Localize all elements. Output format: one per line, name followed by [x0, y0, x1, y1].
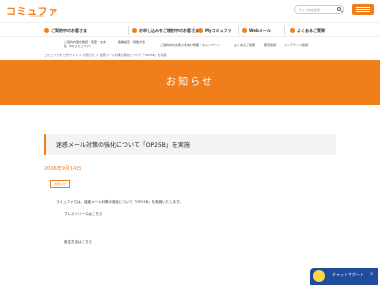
press-release-link[interactable]: プレスリリースはこちら	[64, 212, 102, 217]
article-title: 迷惑メール対策の強化について「OP25B」を実施	[56, 142, 190, 149]
nav-item-webmail[interactable]: Webメール	[242, 26, 271, 35]
article-header: 迷惑メール対策の強化について「OP25B」を実施	[44, 134, 336, 155]
subnav-item[interactable]: ご契約中のお客さま向け特典・キャンペーン	[160, 43, 220, 47]
setup-guide-link[interactable]: 設定方法はこちら	[64, 240, 92, 245]
chat-support-button[interactable]: チャットサポート ×	[310, 268, 378, 285]
category-badge: お知らせ	[50, 180, 70, 188]
orange-dot-icon	[44, 28, 49, 33]
orange-dot-icon	[242, 28, 247, 33]
chat-label: チャットサポート	[332, 272, 364, 277]
menu-icon[interactable]	[352, 4, 374, 15]
orange-dot-icon	[198, 28, 203, 33]
site-logo-sub: commufa	[30, 14, 45, 18]
breadcrumb[interactable]: コミュファ光 公式サイト ＞ お知らせ ＞ 迷惑メール対策の強化について「OP2…	[44, 53, 167, 57]
site-header: コミュファ commufa サイト内を検索	[0, 0, 380, 22]
orange-dot-icon	[132, 28, 137, 33]
main-nav: ご契約中のお客さま お申し込みをご検討中のお客さま Myコミュファ Webメール…	[0, 22, 380, 37]
article-date: 2006年9月14日	[44, 166, 82, 172]
subnav-item[interactable]: 障害情報	[264, 43, 276, 47]
close-icon[interactable]: ×	[370, 271, 373, 276]
sub-nav: ご契約内容の確認・変更・お支払（Myコミュファ） 各種設定・施策方法 ご契約中の…	[0, 38, 380, 52]
subnav-item[interactable]: よくあるご質問	[234, 43, 255, 47]
nav-item-prospects[interactable]: お申し込みをご検討中のお客さま	[132, 26, 199, 35]
subnav-item[interactable]: ご契約内容の確認・変更・お支払（Myコミュファ）	[64, 40, 108, 48]
page-title: お知らせ	[166, 77, 214, 88]
orange-dot-icon	[290, 28, 295, 33]
nav-item-faq[interactable]: よくあるご質問	[290, 26, 325, 35]
search-icon[interactable]	[337, 7, 341, 11]
subnav-item[interactable]: メンテナンス情報	[284, 43, 308, 47]
article-paragraph: コミュファでは、迷惑メール対策の強化について「OP25B」を実施いたします。	[56, 200, 183, 204]
subnav-item[interactable]: 各種設定・施策方法	[118, 40, 145, 44]
nav-item-mycommufa[interactable]: Myコミュファ	[198, 26, 232, 35]
chat-mascot-icon	[313, 270, 325, 282]
page-banner: お知らせ	[0, 60, 380, 105]
nav-item-customers[interactable]: ご契約中のお客さま	[44, 26, 87, 35]
